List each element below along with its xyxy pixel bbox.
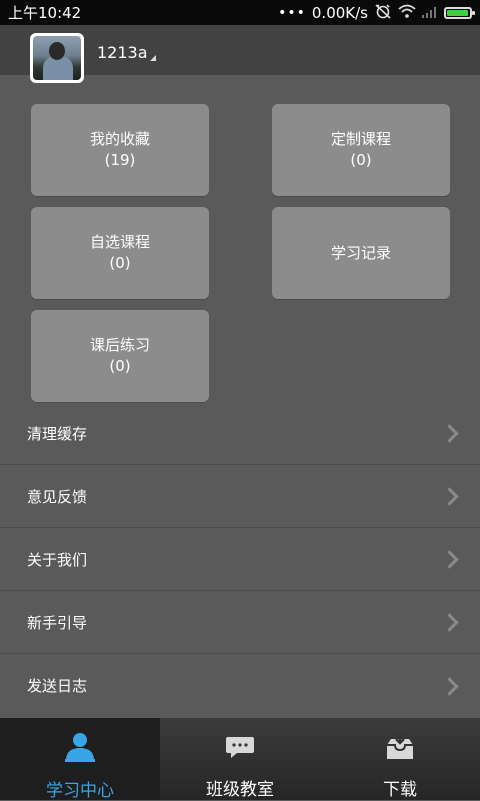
chevron-right-icon <box>440 487 459 506</box>
menu-item-label: 清理缓存 <box>27 424 88 443</box>
menu-item-label: 关于我们 <box>27 550 88 569</box>
tile-label: 我的收藏 <box>89 130 150 148</box>
tile-favorites[interactable]: 我的收藏 (19) <box>31 104 209 196</box>
download-tray-icon <box>383 732 417 761</box>
chevron-right-icon <box>440 424 459 443</box>
status-icons: ••• 0.00K/s <box>278 3 475 23</box>
tab-label: 学习中心 <box>46 781 114 801</box>
alarm-off-icon <box>374 3 392 23</box>
status-bar: 上午10:42 ••• 0.00K/s <box>0 0 480 25</box>
bottom-tab-bar: 学习中心 班级教室 下载 <box>0 718 480 801</box>
tile-label: 学习记录 <box>330 243 391 262</box>
chat-icon <box>225 732 255 761</box>
menu-item-label: 意见反馈 <box>27 487 88 506</box>
menu-item-label: 发送日志 <box>27 677 88 695</box>
avatar-head-shape <box>49 42 65 60</box>
profile-header: 1213a <box>0 25 480 83</box>
tab-label: 下载 <box>383 780 417 800</box>
avatar[interactable] <box>30 33 84 83</box>
tile-label: 课后练习 <box>89 336 150 354</box>
tile-elective-courses[interactable]: 自选课程 (0) <box>31 207 209 299</box>
tile-exercises[interactable]: 课后练习 (0) <box>31 310 209 402</box>
battery-icon <box>444 6 475 19</box>
signal-icon <box>422 4 438 22</box>
menu-item-clear-cache[interactable]: 清理缓存 <box>0 402 480 465</box>
wifi-icon <box>398 4 416 22</box>
tile-count: (0) <box>109 254 131 272</box>
tile-count: (0) <box>109 357 131 375</box>
tab-label: 班级教室 <box>206 780 274 800</box>
menu-item-send-log[interactable]: 发送日志 <box>0 654 480 717</box>
tile-label: 定制课程 <box>330 130 391 148</box>
avatar-photo <box>33 36 81 80</box>
menu-item-about-us[interactable]: 关于我们 <box>0 528 480 591</box>
tab-class-room[interactable]: 班级教室 <box>160 718 320 800</box>
username[interactable]: 1213a <box>97 43 148 62</box>
chevron-right-icon <box>440 550 459 569</box>
menu-item-beginner-guide[interactable]: 新手引导 <box>0 591 480 654</box>
person-icon <box>63 732 97 762</box>
tile-study-history[interactable]: 学习记录 <box>272 207 450 299</box>
tile-label: 自选课程 <box>89 233 150 251</box>
chevron-right-icon <box>440 613 459 632</box>
chevron-right-icon <box>440 676 459 696</box>
battery-fill <box>447 9 468 16</box>
tab-learning-center[interactable]: 学习中心 <box>0 718 160 801</box>
settings-menu: 清理缓存 意见反馈 关于我们 新手引导 发送日志 <box>0 402 480 717</box>
account-dropdown-icon[interactable] <box>150 55 156 61</box>
menu-item-label: 新手引导 <box>27 613 88 632</box>
tab-download[interactable]: 下载 <box>320 718 480 800</box>
status-time: 上午10:42 <box>8 4 82 22</box>
status-dots: ••• <box>278 4 306 21</box>
tile-count: (19) <box>104 151 136 169</box>
tile-count: (0) <box>350 151 372 169</box>
tile-custom-courses[interactable]: 定制课程 (0) <box>272 104 450 196</box>
menu-item-feedback[interactable]: 意见反馈 <box>0 465 480 528</box>
network-speed: 0.00K/s <box>311 3 368 22</box>
